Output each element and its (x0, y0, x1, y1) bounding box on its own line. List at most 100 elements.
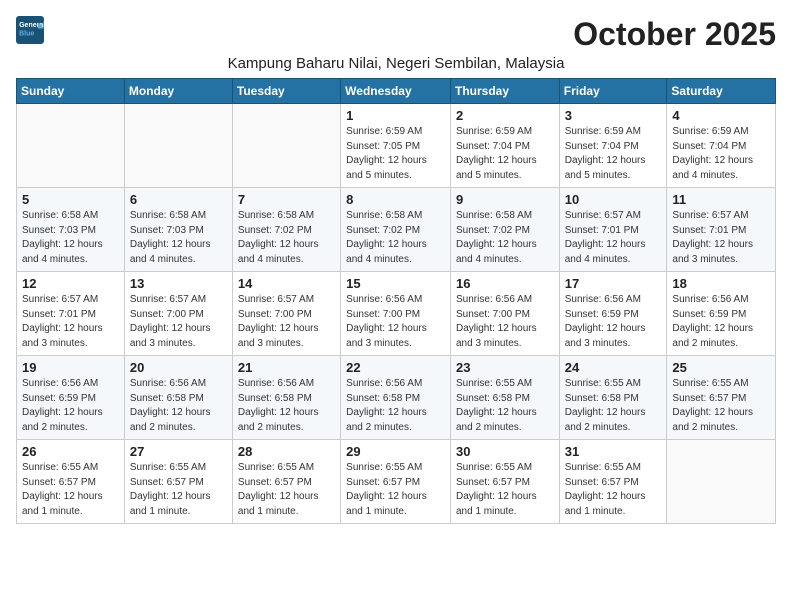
day-info: Sunrise: 6:55 AM Sunset: 6:57 PM Dayligh… (238, 461, 335, 519)
day-number: 3 (565, 108, 662, 123)
day-info: Sunrise: 6:55 AM Sunset: 6:57 PM Dayligh… (672, 377, 770, 435)
day-number: 27 (130, 444, 227, 459)
calendar-cell: 17 Sunrise: 6:56 AM Sunset: 6:59 PM Dayli… (559, 272, 667, 356)
day-number: 28 (238, 444, 335, 459)
calendar-cell: 21 Sunrise: 6:56 AM Sunset: 6:58 PM Dayli… (232, 356, 340, 440)
day-number: 5 (22, 192, 119, 207)
svg-text:Blue: Blue (19, 30, 34, 37)
calendar-cell: 27Sunrise: 6:55 AM Sunset: 6:57 PM Dayli… (124, 440, 232, 524)
day-info: Sunrise: 6:55 AM Sunset: 6:57 PM Dayligh… (565, 461, 662, 519)
header-thursday: Thursday (450, 79, 559, 104)
day-info: Sunrise: 6:56 AM Sunset: 7:00 PM Dayligh… (456, 293, 554, 351)
day-number: 30 (456, 444, 554, 459)
calendar-cell (124, 104, 232, 188)
header-wednesday: Wednesday (341, 79, 451, 104)
day-info: Sunrise: 6:58 AM Sunset: 7:02 PM Dayligh… (456, 209, 554, 267)
day-number: 11 (672, 192, 770, 207)
calendar-cell: 22 Sunrise: 6:56 AM Sunset: 6:58 PM Dayli… (341, 356, 451, 440)
calendar-cell: 4 Sunrise: 6:59 AM Sunset: 7:04 PM Daylig… (667, 104, 776, 188)
day-number: 22 (346, 360, 445, 375)
day-info: Sunrise: 6:59 AM Sunset: 7:04 PM Dayligh… (565, 125, 662, 183)
day-info: Sunrise: 6:55 AM Sunset: 6:57 PM Dayligh… (456, 461, 554, 519)
week-row-3: 12Sunrise: 6:57 AM Sunset: 7:01 PM Dayli… (17, 272, 776, 356)
week-row-5: 26 Sunrise: 6:55 AM Sunset: 6:57 PM Dayli… (17, 440, 776, 524)
calendar-cell: 18 Sunrise: 6:56 AM Sunset: 6:59 PM Dayli… (667, 272, 776, 356)
day-info: Sunrise: 6:57 AM Sunset: 7:00 PM Dayligh… (130, 293, 227, 351)
day-info: Sunrise: 6:59 AM Sunset: 7:05 PM Dayligh… (346, 125, 445, 183)
day-info: Sunrise: 6:56 AM Sunset: 6:58 PM Dayligh… (346, 377, 445, 435)
day-number: 26 (22, 444, 119, 459)
calendar-cell: 25Sunrise: 6:55 AM Sunset: 6:57 PM Dayli… (667, 356, 776, 440)
calendar-cell: 3 Sunrise: 6:59 AM Sunset: 7:04 PM Daylig… (559, 104, 667, 188)
day-info: Sunrise: 6:57 AM Sunset: 7:01 PM Dayligh… (565, 209, 662, 267)
month-title: October 2025 (573, 16, 776, 53)
week-row-1: 1 Sunrise: 6:59 AM Sunset: 7:05 PM Daylig… (17, 104, 776, 188)
day-info: Sunrise: 6:56 AM Sunset: 6:59 PM Dayligh… (672, 293, 770, 351)
day-number: 14 (238, 276, 335, 291)
header-sunday: Sunday (17, 79, 125, 104)
calendar-cell: 7 Sunrise: 6:58 AM Sunset: 7:02 PM Daylig… (232, 188, 340, 272)
calendar-cell: 30 Sunrise: 6:55 AM Sunset: 6:57 PM Dayli… (450, 440, 559, 524)
day-number: 18 (672, 276, 770, 291)
day-number: 1 (346, 108, 445, 123)
day-number: 10 (565, 192, 662, 207)
calendar-cell: 26 Sunrise: 6:55 AM Sunset: 6:57 PM Dayli… (17, 440, 125, 524)
calendar-cell: 6Sunrise: 6:58 AM Sunset: 7:03 PM Daylig… (124, 188, 232, 272)
header-friday: Friday (559, 79, 667, 104)
calendar-cell: 10 Sunrise: 6:57 AM Sunset: 7:01 PM Dayli… (559, 188, 667, 272)
calendar-cell: 1 Sunrise: 6:59 AM Sunset: 7:05 PM Daylig… (341, 104, 451, 188)
day-info: Sunrise: 6:57 AM Sunset: 7:00 PM Dayligh… (238, 293, 335, 351)
location-title: Kampung Baharu Nilai, Negeri Sembilan, M… (16, 55, 776, 72)
day-info: Sunrise: 6:57 AM Sunset: 7:01 PM Dayligh… (672, 209, 770, 267)
header-saturday: Saturday (667, 79, 776, 104)
day-info: Sunrise: 6:58 AM Sunset: 7:03 PM Dayligh… (22, 209, 119, 267)
calendar-cell: 2Sunrise: 6:59 AM Sunset: 7:04 PM Daylig… (450, 104, 559, 188)
calendar-cell: 11 Sunrise: 6:57 AM Sunset: 7:01 PM Dayli… (667, 188, 776, 272)
day-info: Sunrise: 6:59 AM Sunset: 7:04 PM Dayligh… (456, 125, 554, 183)
day-number: 29 (346, 444, 445, 459)
day-info: Sunrise: 6:59 AM Sunset: 7:04 PM Dayligh… (672, 125, 770, 183)
day-info: Sunrise: 6:55 AM Sunset: 6:57 PM Dayligh… (22, 461, 119, 519)
calendar-cell: 9 Sunrise: 6:58 AM Sunset: 7:02 PM Daylig… (450, 188, 559, 272)
calendar-cell: 20 Sunrise: 6:56 AM Sunset: 6:58 PM Dayli… (124, 356, 232, 440)
day-info: Sunrise: 6:56 AM Sunset: 6:58 PM Dayligh… (238, 377, 335, 435)
calendar-cell: 16 Sunrise: 6:56 AM Sunset: 7:00 PM Dayli… (450, 272, 559, 356)
calendar-header-row: SundayMondayTuesdayWednesdayThursdayFrid… (17, 79, 776, 104)
calendar-cell: 15Sunrise: 6:56 AM Sunset: 7:00 PM Dayli… (341, 272, 451, 356)
day-number: 17 (565, 276, 662, 291)
week-row-2: 5 Sunrise: 6:58 AM Sunset: 7:03 PM Daylig… (17, 188, 776, 272)
day-number: 21 (238, 360, 335, 375)
day-info: Sunrise: 6:58 AM Sunset: 7:02 PM Dayligh… (346, 209, 445, 267)
day-number: 31 (565, 444, 662, 459)
calendar-cell: 24Sunrise: 6:55 AM Sunset: 6:58 PM Dayli… (559, 356, 667, 440)
header-tuesday: Tuesday (232, 79, 340, 104)
calendar-cell: 29 Sunrise: 6:55 AM Sunset: 6:57 PM Dayli… (341, 440, 451, 524)
day-info: Sunrise: 6:56 AM Sunset: 6:59 PM Dayligh… (565, 293, 662, 351)
day-info: Sunrise: 6:55 AM Sunset: 6:58 PM Dayligh… (565, 377, 662, 435)
day-number: 16 (456, 276, 554, 291)
day-info: Sunrise: 6:55 AM Sunset: 6:58 PM Dayligh… (456, 377, 554, 435)
day-number: 4 (672, 108, 770, 123)
calendar-cell: 19Sunrise: 6:56 AM Sunset: 6:59 PM Dayli… (17, 356, 125, 440)
calendar-cell (17, 104, 125, 188)
calendar-cell: 23Sunrise: 6:55 AM Sunset: 6:58 PM Dayli… (450, 356, 559, 440)
day-number: 9 (456, 192, 554, 207)
logo: General Blue (16, 16, 48, 44)
day-number: 15 (346, 276, 445, 291)
day-info: Sunrise: 6:56 AM Sunset: 6:59 PM Dayligh… (22, 377, 119, 435)
calendar-cell: 13Sunrise: 6:57 AM Sunset: 7:00 PM Dayli… (124, 272, 232, 356)
day-number: 6 (130, 192, 227, 207)
calendar-cell: 5 Sunrise: 6:58 AM Sunset: 7:03 PM Daylig… (17, 188, 125, 272)
day-info: Sunrise: 6:55 AM Sunset: 6:57 PM Dayligh… (346, 461, 445, 519)
day-number: 20 (130, 360, 227, 375)
calendar-cell (667, 440, 776, 524)
month-year-title: October 2025 (573, 16, 776, 53)
calendar-cell: 8 Sunrise: 6:58 AM Sunset: 7:02 PM Daylig… (341, 188, 451, 272)
day-number: 7 (238, 192, 335, 207)
calendar-cell: 31 Sunrise: 6:55 AM Sunset: 6:57 PM Dayli… (559, 440, 667, 524)
day-info: Sunrise: 6:56 AM Sunset: 6:58 PM Dayligh… (130, 377, 227, 435)
day-number: 8 (346, 192, 445, 207)
calendar-cell (232, 104, 340, 188)
calendar-table: SundayMondayTuesdayWednesdayThursdayFrid… (16, 78, 776, 524)
day-info: Sunrise: 6:58 AM Sunset: 7:02 PM Dayligh… (238, 209, 335, 267)
